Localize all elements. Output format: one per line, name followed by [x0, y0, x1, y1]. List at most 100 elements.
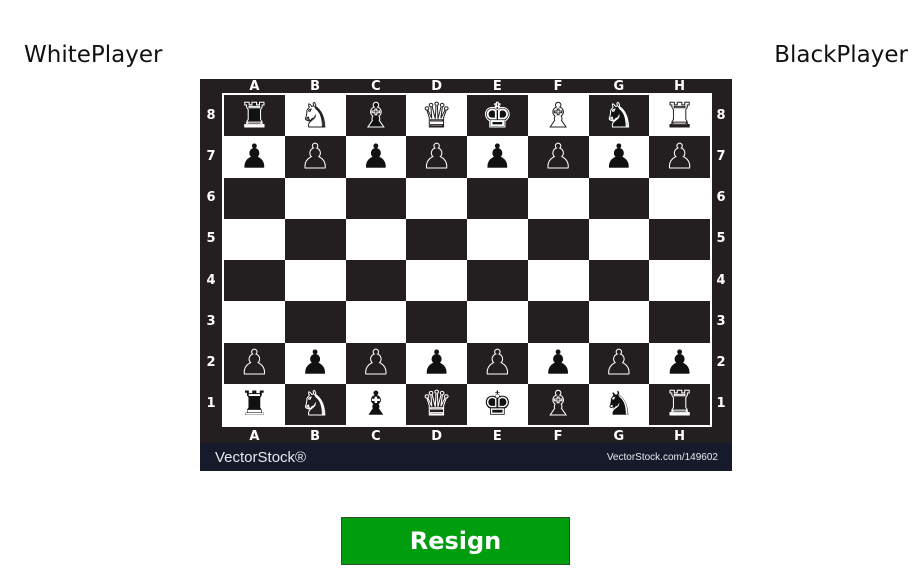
- black-pawn-icon[interactable]: ♟: [239, 140, 270, 175]
- square-h2[interactable]: ♟: [649, 342, 710, 384]
- square-g8[interactable]: ♞: [588, 95, 650, 137]
- square-h5[interactable]: [649, 218, 710, 260]
- square-c1[interactable]: ♝: [345, 383, 407, 425]
- square-g4[interactable]: [588, 260, 650, 302]
- square-b4[interactable]: [284, 260, 346, 302]
- white-pawn-icon[interactable]: ♟: [421, 139, 453, 174]
- square-a3[interactable]: [224, 301, 285, 343]
- square-c5[interactable]: [345, 218, 407, 260]
- square-e2[interactable]: ♟: [467, 342, 528, 384]
- white-pawn-icon[interactable]: ♟: [664, 139, 696, 174]
- black-pawn-icon[interactable]: ♟: [300, 346, 331, 381]
- square-b1[interactable]: ♞: [284, 383, 346, 425]
- black-knight-icon[interactable]: ♞: [603, 98, 635, 133]
- square-a2[interactable]: ♟: [224, 342, 285, 384]
- square-e7[interactable]: ♟: [467, 136, 528, 178]
- square-g3[interactable]: [588, 301, 650, 343]
- white-queen-icon[interactable]: ♛: [421, 98, 453, 133]
- square-b3[interactable]: [284, 301, 346, 343]
- square-h1[interactable]: ♜: [649, 383, 710, 425]
- black-bishop-icon[interactable]: ♝: [360, 387, 391, 422]
- white-pawn-icon[interactable]: ♟: [360, 346, 392, 381]
- black-pawn-icon[interactable]: ♟: [360, 140, 391, 175]
- square-d1[interactable]: ♛: [406, 383, 467, 425]
- square-e5[interactable]: [467, 218, 528, 260]
- white-pawn-icon[interactable]: ♟: [542, 139, 574, 174]
- square-b8[interactable]: ♞: [284, 95, 346, 137]
- square-d4[interactable]: [406, 260, 467, 302]
- chess-board-image[interactable]: A A B B C C D D E E F F G G H H 8 8 7 7 6 6 5 5 4 4 3 3 2 2 1 1 ♜ ♞ ♝ ♛ ♚ ♝ ♞…: [200, 79, 732, 471]
- square-a1[interactable]: ♜: [224, 383, 285, 425]
- white-pawn-icon[interactable]: ♟: [239, 346, 271, 381]
- square-c3[interactable]: [345, 301, 407, 343]
- square-b6[interactable]: [284, 177, 346, 219]
- square-c6[interactable]: [345, 177, 407, 219]
- black-bishop-icon[interactable]: ♝: [360, 98, 392, 133]
- white-queen-icon[interactable]: ♛: [421, 387, 453, 422]
- rank-label-6-left: 6: [206, 190, 216, 206]
- square-a6[interactable]: [224, 177, 285, 219]
- square-d6[interactable]: [406, 177, 467, 219]
- black-pawn-icon[interactable]: ♟: [421, 346, 452, 381]
- black-rook-icon[interactable]: ♜: [239, 98, 271, 133]
- square-f3[interactable]: [527, 301, 589, 343]
- square-b5[interactable]: [284, 218, 346, 260]
- square-c4[interactable]: [345, 260, 407, 302]
- square-g6[interactable]: [588, 177, 650, 219]
- white-pawn-icon[interactable]: ♟: [482, 346, 514, 381]
- white-knight-icon[interactable]: ♞: [299, 98, 331, 133]
- white-pawn-icon[interactable]: ♟: [603, 346, 635, 381]
- square-e6[interactable]: [467, 177, 528, 219]
- square-c8[interactable]: ♝: [345, 95, 407, 137]
- square-g1[interactable]: ♞: [588, 383, 650, 425]
- black-king-icon[interactable]: ♚: [482, 98, 514, 133]
- square-e8[interactable]: ♚: [467, 95, 528, 137]
- square-d2[interactable]: ♟: [406, 342, 467, 384]
- square-g5[interactable]: [588, 218, 650, 260]
- square-f1[interactable]: ♝: [527, 383, 589, 425]
- square-c2[interactable]: ♟: [345, 342, 407, 384]
- resign-button[interactable]: Resign: [341, 517, 570, 565]
- square-f5[interactable]: [527, 218, 589, 260]
- square-d3[interactable]: [406, 301, 467, 343]
- square-a8[interactable]: ♜: [224, 95, 285, 137]
- black-pawn-icon[interactable]: ♟: [664, 346, 695, 381]
- square-e4[interactable]: [467, 260, 528, 302]
- square-f7[interactable]: ♟: [527, 136, 589, 178]
- square-g7[interactable]: ♟: [588, 136, 650, 178]
- chess-board-grid[interactable]: ♜ ♞ ♝ ♛ ♚ ♝ ♞ ♜ ♟ ♟ ♟ ♟ ♟ ♟ ♟ ♟ ♟ ♟ ♟ ♟ ♟ ♟ ♟ ♟ ♜ ♞ ♝ ♛ ♚ ♝ ♞ ♜: [222, 93, 712, 427]
- square-f8[interactable]: ♝: [527, 95, 589, 137]
- square-a4[interactable]: [224, 260, 285, 302]
- square-d8[interactable]: ♛: [406, 95, 467, 137]
- square-h7[interactable]: ♟: [649, 136, 710, 178]
- white-knight-icon[interactable]: ♞: [299, 387, 331, 422]
- black-knight-icon[interactable]: ♞: [603, 387, 634, 422]
- square-e1[interactable]: ♚: [467, 383, 528, 425]
- square-e3[interactable]: [467, 301, 528, 343]
- square-h4[interactable]: [649, 260, 710, 302]
- black-pawn-icon[interactable]: ♟: [543, 346, 574, 381]
- white-pawn-icon[interactable]: ♟: [299, 139, 331, 174]
- square-f2[interactable]: ♟: [527, 342, 589, 384]
- white-rook-icon[interactable]: ♜: [664, 98, 696, 133]
- square-c7[interactable]: ♟: [345, 136, 407, 178]
- square-b2[interactable]: ♟: [284, 342, 346, 384]
- square-h8[interactable]: ♜: [649, 95, 710, 137]
- square-g2[interactable]: ♟: [588, 342, 650, 384]
- square-d5[interactable]: [406, 218, 467, 260]
- square-a5[interactable]: [224, 218, 285, 260]
- white-rook-icon[interactable]: ♜: [664, 387, 696, 422]
- square-d7[interactable]: ♟: [406, 136, 467, 178]
- black-pawn-icon[interactable]: ♟: [482, 140, 513, 175]
- black-rook-icon[interactable]: ♜: [239, 387, 270, 422]
- square-a7[interactable]: ♟: [224, 136, 285, 178]
- square-b7[interactable]: ♟: [284, 136, 346, 178]
- black-king-icon[interactable]: ♚: [482, 387, 513, 422]
- black-pawn-icon[interactable]: ♟: [603, 140, 634, 175]
- square-f6[interactable]: [527, 177, 589, 219]
- square-h6[interactable]: [649, 177, 710, 219]
- white-bishop-icon[interactable]: ♝: [542, 387, 574, 422]
- white-bishop-icon[interactable]: ♝: [542, 98, 574, 133]
- square-h3[interactable]: [649, 301, 710, 343]
- square-f4[interactable]: [527, 260, 589, 302]
